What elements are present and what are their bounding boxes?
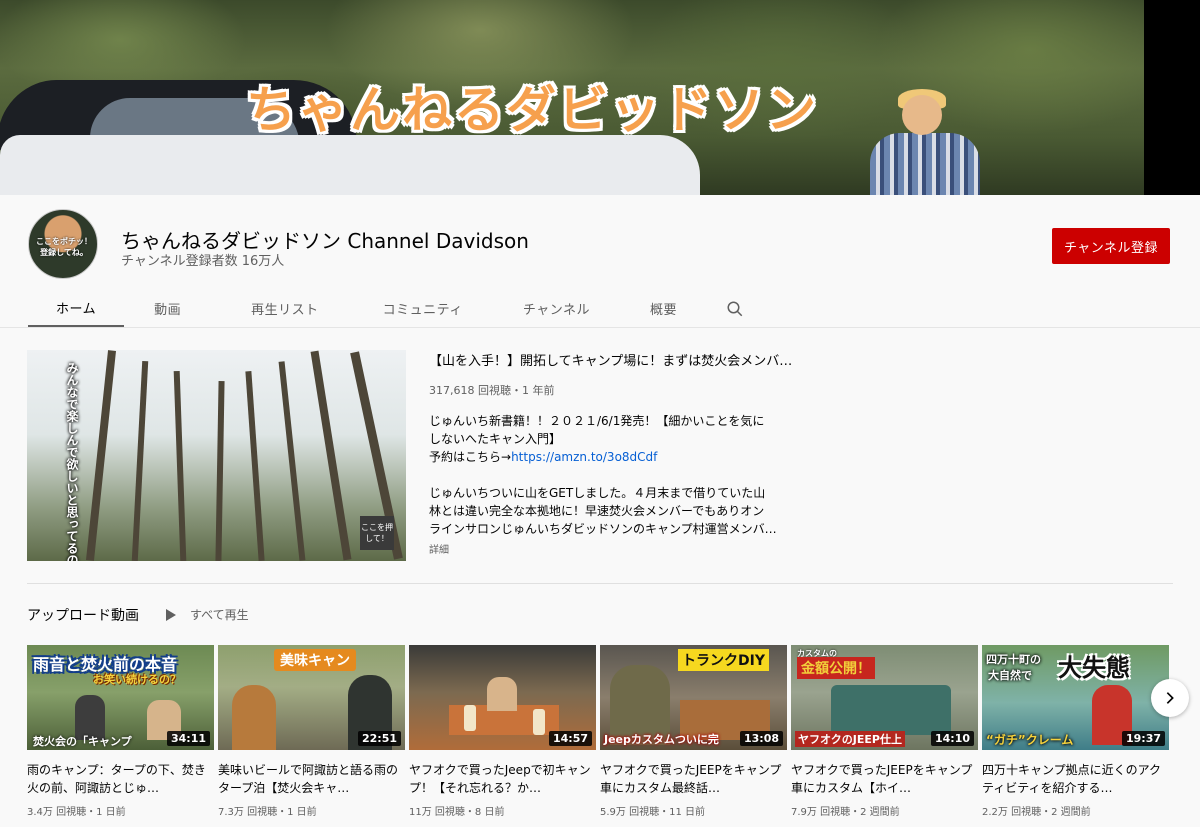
video-duration: 22:51 bbox=[357, 731, 401, 746]
tab-channels[interactable]: チャンネル bbox=[493, 290, 620, 327]
banner-title: ちゃんねるダビッドソン bbox=[246, 81, 818, 139]
video-duration: 13:08 bbox=[739, 731, 783, 746]
video-meta: 7.3万 回視聴・1 日前 bbox=[218, 807, 317, 818]
video-thumbnail[interactable]: 美味キャン 22:51 bbox=[218, 645, 405, 750]
section-divider bbox=[27, 583, 1173, 584]
video-duration: 14:57 bbox=[548, 731, 592, 746]
tab-home[interactable]: ホーム bbox=[28, 290, 125, 327]
video-meta: 2.2万 回視聴・2 週間前 bbox=[982, 807, 1091, 818]
video-meta: 5.9万 回視聴・11 日前 bbox=[600, 807, 705, 818]
video-thumbnail[interactable]: トランクDIY Jeepカスタムついに完 13:08 bbox=[600, 645, 787, 750]
thumb-overlay-text: 大失態 bbox=[1058, 654, 1130, 682]
thumb-overlay-text: トランクDIY bbox=[678, 649, 769, 671]
play-all-button[interactable]: すべて再生 bbox=[166, 606, 249, 623]
uploads-section-title[interactable]: アップロード動画 bbox=[27, 605, 139, 625]
channel-tabs: ホーム 動画 再生リスト コミュニティ チャンネル 概要 bbox=[28, 290, 765, 327]
video-thumbnail[interactable]: 雨音と焚火前の本音 お笑い続けるの？ 焚火会の「キャンプ 34:11 bbox=[27, 645, 214, 750]
tab-search[interactable] bbox=[705, 290, 765, 327]
thumb-overlay-text: ヤフオクのJEEP仕上 bbox=[795, 731, 905, 747]
desc-link-prefix: 予約はこちら→ bbox=[429, 450, 512, 464]
video-meta: 7.9万 回視聴・2 週間前 bbox=[791, 807, 900, 818]
video-meta: 11万 回視聴・8 日前 bbox=[409, 807, 505, 818]
video-title[interactable]: ヤフオクで買ったJEEPをキャンプ車にカスタム【ホイ… bbox=[791, 761, 978, 797]
desc-line: じゅんいち新書籍！！２０２１/6/1発売！【細かいことを気に bbox=[429, 414, 765, 428]
desc-line: じゅんいちついに山をGETしました。４月末まで借りていた山 bbox=[429, 486, 766, 500]
thumb-overlay-text: 大自然で bbox=[988, 669, 1032, 682]
video-thumbnail[interactable]: 14:57 bbox=[409, 645, 596, 750]
search-icon bbox=[727, 301, 743, 316]
video-card[interactable]: 雨音と焚火前の本音 お笑い続けるの？ 焚火会の「キャンプ 34:11 雨のキャン… bbox=[27, 645, 214, 818]
featured-video-thumbnail[interactable]: みんなで楽しんで欲しいと思ってるので ここを押して！ bbox=[27, 350, 406, 561]
video-title[interactable]: ヤフオクで買ったJEEPをキャンプ車にカスタム最終話… bbox=[600, 761, 787, 797]
banner-person-image bbox=[860, 89, 980, 195]
video-card[interactable]: カスタムの 金額公開！ ヤフオクのJEEP仕上 14:10 ヤフオクで買ったJE… bbox=[791, 645, 978, 818]
thumb-overlay-text: Jeepカスタムついに完 bbox=[604, 733, 719, 746]
video-card[interactable]: 14:57 ヤフオクで買ったJeepで初キャンプ！【それ忘れる？か… 11万 回… bbox=[409, 645, 596, 818]
featured-thumb-badge: ここを押して！ bbox=[360, 516, 394, 550]
video-thumbnail[interactable]: 四万十町の 大自然で 大失態 “ガチ”クレーム 19:37 bbox=[982, 645, 1169, 750]
tab-videos[interactable]: 動画 bbox=[124, 290, 209, 327]
video-title[interactable]: 美味いビールで阿諏訪と語る雨のタープ泊【焚火会キャ… bbox=[218, 761, 405, 797]
thumb-overlay-text: お笑い続けるの？ bbox=[93, 673, 181, 686]
banner-edge bbox=[1144, 0, 1200, 195]
play-icon bbox=[166, 608, 176, 621]
desc-line: しないへたキャン入門】 bbox=[429, 432, 562, 446]
video-duration: 34:11 bbox=[166, 731, 210, 746]
thumb-overlay-text: 金額公開！ bbox=[797, 657, 875, 679]
video-meta: 3.4万 回視聴・1 日前 bbox=[27, 807, 126, 818]
chevron-right-icon bbox=[1166, 692, 1174, 704]
subscribe-button[interactable]: チャンネル登録 bbox=[1052, 228, 1170, 264]
featured-video-description: じゅんいち新書籍！！２０２１/6/1発売！【細かいことを気に しないへたキャン入… bbox=[429, 412, 789, 538]
desc-line: 林とは違い完全な本拠地に！早速焚火会メンバーでもありオン bbox=[429, 504, 765, 518]
video-card[interactable]: 四万十町の 大自然で 大失態 “ガチ”クレーム 19:37 四万十キャンプ拠点に… bbox=[982, 645, 1169, 818]
avatar-text: ここをポチッ！登録してね。 bbox=[36, 237, 92, 257]
channel-header: ここをポチッ！登録してね。 ちゃんねるダビッドソン Channel Davids… bbox=[0, 195, 1200, 328]
featured-thumb-text: みんなで楽しんで欲しいと思ってるので bbox=[65, 362, 79, 561]
shelf-next-button[interactable] bbox=[1151, 679, 1189, 717]
thumb-overlay-text: 美味キャン bbox=[274, 649, 356, 671]
channel-banner: ちゃんねるダビッドソン bbox=[0, 0, 1200, 195]
featured-video-meta: 317,618 回視聴・1 年前 bbox=[429, 384, 555, 397]
featured-video-title[interactable]: 【山を入手！】開拓してキャンプ場に！まずは焚火会メンバー… bbox=[429, 350, 799, 369]
tab-playlists[interactable]: 再生リスト bbox=[209, 290, 349, 327]
thumb-overlay-text: 四万十町の bbox=[986, 653, 1041, 666]
desc-line: ラインサロンじゅんいちダビッドソンのキャンプ村運営メンバ… bbox=[429, 522, 777, 536]
subscriber-count: チャンネル登録者数 16万人 bbox=[121, 254, 285, 269]
read-more-link[interactable]: 詳細 bbox=[429, 541, 449, 556]
video-title[interactable]: 四万十キャンプ拠点に近くのアクティビティを紹介する… bbox=[982, 761, 1169, 797]
video-thumbnail[interactable]: カスタムの 金額公開！ ヤフオクのJEEP仕上 14:10 bbox=[791, 645, 978, 750]
video-title[interactable]: 雨のキャンプ：タープの下、焚き火の前、阿諏訪とじゅ… bbox=[27, 761, 214, 797]
tab-about[interactable]: 概要 bbox=[620, 290, 705, 327]
desc-line: 予約はこちら→https://amzn.to/3o8dCdf bbox=[429, 448, 789, 466]
thumb-overlay-text: 焚火会の「キャンプ bbox=[33, 735, 132, 748]
channel-avatar[interactable]: ここをポチッ！登録してね。 bbox=[28, 209, 98, 279]
tab-community[interactable]: コミュニティ bbox=[349, 290, 493, 327]
video-card[interactable]: 美味キャン 22:51 美味いビールで阿諏訪と語る雨のタープ泊【焚火会キャ… 7… bbox=[218, 645, 405, 818]
thumb-overlay-text: “ガチ”クレーム bbox=[986, 733, 1074, 747]
video-duration: 14:10 bbox=[930, 731, 974, 746]
desc-link[interactable]: https://amzn.to/3o8dCdf bbox=[511, 450, 657, 464]
video-duration: 19:37 bbox=[1121, 731, 1165, 746]
play-all-label: すべて再生 bbox=[190, 608, 249, 622]
video-card[interactable]: トランクDIY Jeepカスタムついに完 13:08 ヤフオクで買ったJEEPを… bbox=[600, 645, 787, 818]
video-title[interactable]: ヤフオクで買ったJeepで初キャンプ！【それ忘れる？か… bbox=[409, 761, 596, 797]
